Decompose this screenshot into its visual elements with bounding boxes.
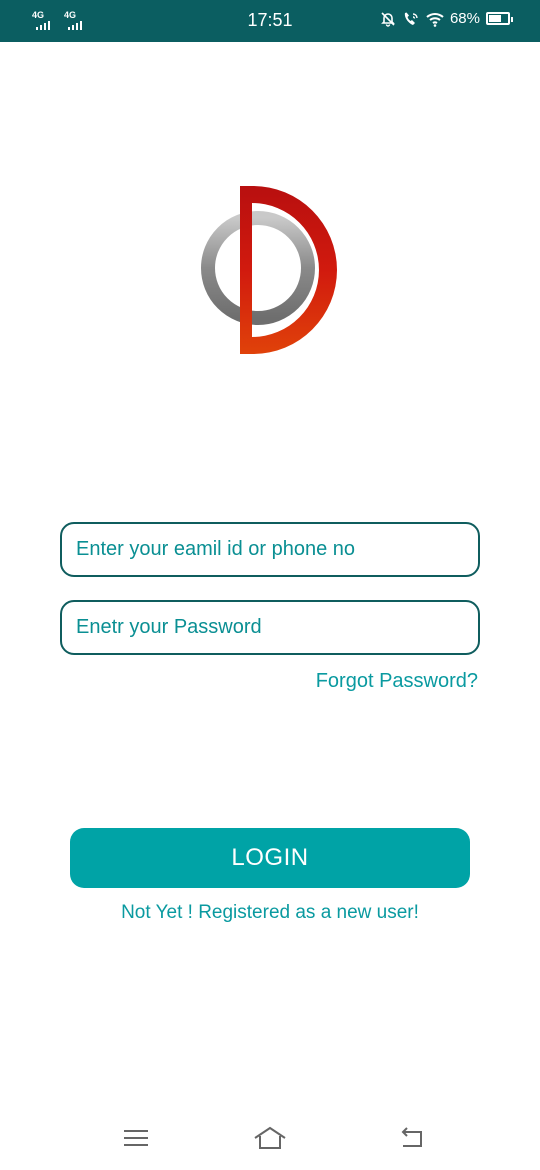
- forgot-password-link[interactable]: Forgot Password?: [316, 670, 478, 693]
- status-icons: 68%: [380, 10, 513, 27]
- navigation-bar: [0, 1115, 540, 1170]
- email-field[interactable]: [62, 524, 478, 575]
- battery-level: [489, 15, 501, 22]
- mute-bell-icon: [380, 11, 396, 27]
- status-bar: 4G 4G 17:51 68%: [0, 0, 540, 42]
- login-button[interactable]: LOGIN: [70, 828, 470, 888]
- battery-percent: 68%: [449, 10, 480, 27]
- home-icon[interactable]: [250, 1123, 290, 1153]
- password-field-container: [60, 600, 480, 655]
- login-screen: 4G 4G 17:51 68% Enter your eamil id or p…: [0, 0, 540, 1170]
- email-field-container: [60, 522, 480, 577]
- app-logo-icon: [195, 182, 345, 360]
- wifi-icon: [426, 11, 444, 27]
- battery-icon: [486, 12, 513, 25]
- password-field[interactable]: [62, 602, 478, 653]
- menu-icon[interactable]: [116, 1123, 156, 1153]
- wifi-calling-icon: [402, 11, 420, 27]
- back-icon[interactable]: [391, 1123, 431, 1153]
- register-link[interactable]: Not Yet ! Registered as a new user!: [0, 902, 540, 924]
